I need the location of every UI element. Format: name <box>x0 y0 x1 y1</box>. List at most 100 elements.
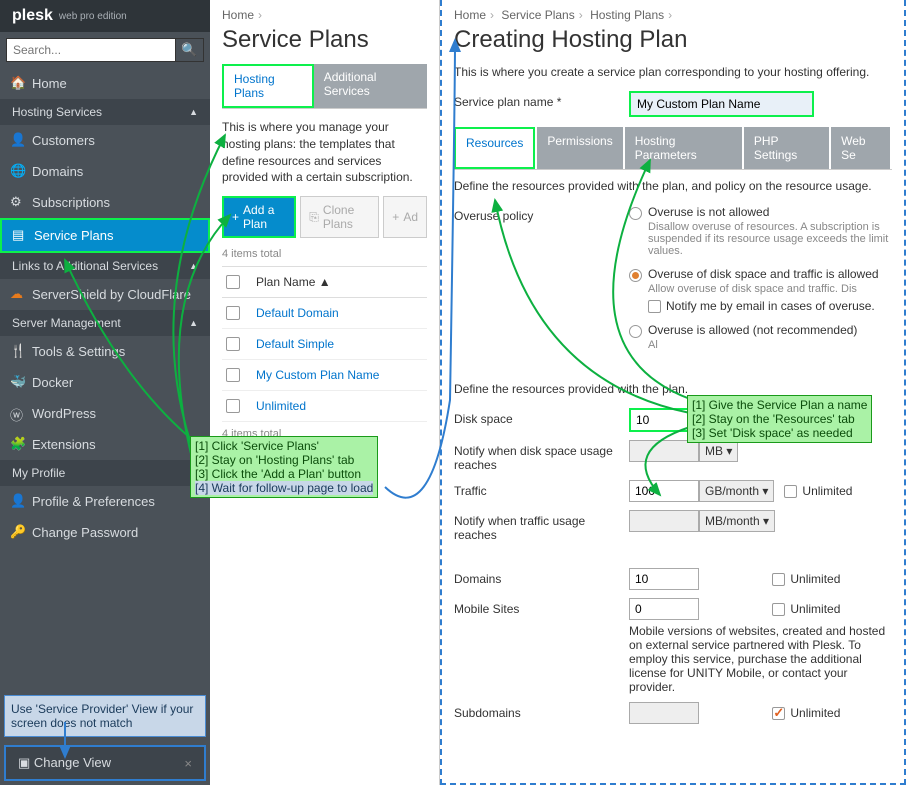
search-icon[interactable]: 🔍 <box>176 38 204 62</box>
close-icon[interactable]: × <box>184 756 192 771</box>
panel-creating-plan: Home› Service Plans› Hosting Plans› Crea… <box>440 0 906 785</box>
notify-traffic-label: Notify when traffic usage reaches <box>454 510 629 542</box>
tools-icon: 🍴 <box>10 343 26 359</box>
checkbox[interactable] <box>226 368 240 382</box>
table-header: Plan Name ▲ <box>222 266 427 298</box>
sec-profile[interactable]: My Profile▲ <box>0 460 210 486</box>
checkbox[interactable] <box>226 399 240 413</box>
checkbox-mobile-unlimited[interactable] <box>772 603 785 616</box>
col-plan-name[interactable]: Plan Name ▲ <box>256 275 331 289</box>
mobile-sub: Mobile versions of websites, created and… <box>629 624 892 694</box>
sec-links[interactable]: Links to Additional Services▲ <box>0 253 210 279</box>
chevron-up-icon: ▲ <box>189 468 198 478</box>
tab-php[interactable]: PHP Settings <box>744 127 829 169</box>
sec-hosting[interactable]: Hosting Services▲ <box>0 99 210 125</box>
notify-traffic-input[interactable] <box>629 510 699 532</box>
brand-bar: plesk web pro edition <box>0 0 210 32</box>
radio-disk-traffic[interactable] <box>629 269 642 282</box>
traffic-input[interactable] <box>629 480 699 502</box>
tab-web[interactable]: Web Se <box>831 127 890 169</box>
tab-additional-services[interactable]: Additional Services <box>314 64 427 108</box>
domains-input[interactable] <box>629 568 699 590</box>
radio-not-allowed[interactable] <box>629 207 642 220</box>
domains-label: Domains <box>454 568 629 586</box>
search-wrap: 🔍 <box>0 32 210 68</box>
nav-change-pw[interactable]: 🔑Change Password <box>0 517 210 548</box>
nav-service-plans[interactable]: ▤Service Plans <box>0 218 210 253</box>
desc-text: This is where you create a service plan … <box>454 64 892 81</box>
traffic-label: Traffic <box>454 480 629 498</box>
nav-home[interactable]: 🏠Home <box>0 68 210 99</box>
subdomains-label: Subdomains <box>454 702 629 720</box>
nav-customers[interactable]: 👤Customers <box>0 125 210 156</box>
plan-link[interactable]: My Custom Plan Name <box>256 368 379 382</box>
panel-service-plans: Home› Service Plans Hosting Plans Additi… <box>210 0 440 785</box>
notify-disk-unit[interactable]: MB ▾ <box>699 440 738 462</box>
checkbox-traffic-unlimited[interactable] <box>784 485 797 498</box>
nav-wordpress[interactable]: ⓦWordPress <box>0 398 210 429</box>
tab-permissions[interactable]: Permissions <box>537 127 622 169</box>
disk-unit-select[interactable]: GB ▾ <box>701 410 739 430</box>
plan-name-input[interactable] <box>629 91 814 117</box>
view-note: Use 'Service Provider' View if your scre… <box>4 695 206 737</box>
plan-link[interactable]: Default Simple <box>256 337 334 351</box>
clone-plans-button[interactable]: ⎘Clone Plans <box>300 196 379 238</box>
mobile-label: Mobile Sites <box>454 598 629 616</box>
tab-resources[interactable]: Resources <box>454 127 535 169</box>
chevron-up-icon: ▲ <box>189 107 198 117</box>
bc-home[interactable]: Home <box>454 8 486 22</box>
breadcrumb-home[interactable]: Home <box>222 8 254 22</box>
notify-email-label: Notify me by email in cases of overuse. <box>666 299 875 313</box>
plan-link[interactable]: Unlimited <box>256 399 306 413</box>
wordpress-icon: ⓦ <box>10 405 23 424</box>
tab-hosting-plans[interactable]: Hosting Plans <box>222 64 314 108</box>
chevron-right-icon: › <box>258 8 262 22</box>
define-text: Define the resources provided with the p… <box>454 178 892 195</box>
table-row: Default Simple <box>222 329 427 360</box>
change-view-button[interactable]: ▣ Change View × <box>4 745 206 781</box>
disk-space-input[interactable] <box>631 410 701 430</box>
checkbox-all[interactable] <box>226 275 240 289</box>
table-row: Default Domain <box>222 298 427 329</box>
checkbox[interactable] <box>226 337 240 351</box>
nav-domains[interactable]: 🌐Domains <box>0 156 210 187</box>
gear-icon: ⚙ <box>10 194 22 210</box>
plus-icon: + <box>232 210 239 224</box>
nav-servershield[interactable]: ☁ServerShield by CloudFlare <box>0 279 210 310</box>
clone-icon: ⎘ <box>309 210 319 225</box>
tab-hosting-params[interactable]: Hosting Parameters <box>625 127 742 169</box>
checkbox-notify-email[interactable] <box>648 300 661 313</box>
brand-edition: web pro edition <box>59 11 127 22</box>
search-input[interactable] <box>6 38 176 62</box>
notify-traffic-unit[interactable]: MB/month ▾ <box>699 510 775 532</box>
table-row: My Custom Plan Name <box>222 360 427 391</box>
opt-allowed-sub: Al <box>648 339 892 351</box>
page-title: Creating Hosting Plan <box>454 26 892 54</box>
sec-server[interactable]: Server Management▲ <box>0 310 210 336</box>
nav-tools[interactable]: 🍴Tools & Settings <box>0 336 210 367</box>
plan-link[interactable]: Default Domain <box>256 306 339 320</box>
disk-label: Disk space <box>454 408 629 426</box>
key-icon: 🔑 <box>10 524 26 540</box>
traffic-unit[interactable]: GB/month ▾ <box>699 480 774 502</box>
more-button[interactable]: +Ad <box>383 196 427 238</box>
bc-hosting-plans[interactable]: Hosting Plans <box>590 8 664 22</box>
opt-disk-traffic-sub: Allow overuse of disk space and traffic.… <box>648 283 892 295</box>
add-plan-button[interactable]: +Add a Plan <box>222 196 296 238</box>
nav-extensions[interactable]: 🧩Extensions <box>0 429 210 460</box>
checkbox-subdomains-unlimited[interactable] <box>772 707 785 720</box>
home-icon: 🏠 <box>10 75 26 91</box>
nav-subscriptions[interactable]: ⚙Subscriptions <box>0 187 210 218</box>
notify-disk-input[interactable] <box>629 440 699 462</box>
checkbox-disk-unlimited[interactable] <box>754 414 767 427</box>
overuse-label: Overuse policy <box>454 205 629 223</box>
nav-profile-prefs[interactable]: 👤Profile & Preferences <box>0 486 210 517</box>
mobile-input[interactable] <box>629 598 699 620</box>
checkbox-domains-unlimited[interactable] <box>772 573 785 586</box>
subdomains-input[interactable] <box>629 702 699 724</box>
brand-logo: plesk <box>12 7 53 25</box>
bc-service-plans[interactable]: Service Plans <box>501 8 574 22</box>
checkbox[interactable] <box>226 306 240 320</box>
radio-allowed[interactable] <box>629 325 642 338</box>
nav-docker[interactable]: 🐳Docker <box>0 367 210 398</box>
